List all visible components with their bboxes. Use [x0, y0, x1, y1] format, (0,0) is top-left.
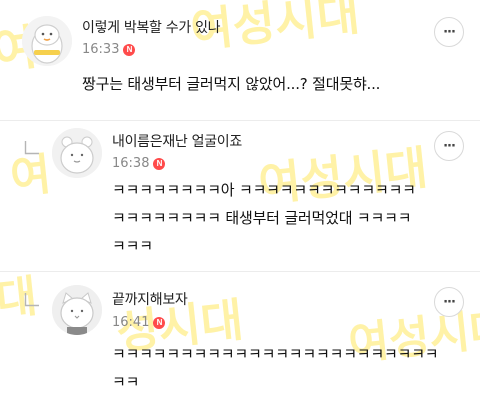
comment-item: 내이름은재난 얼굴이죠 16:38 N ··· ㅋㅋㅋㅋㅋㅋㅋㅋ아 ㅋㅋㅋㅋㅋㅋㅋ…: [0, 122, 480, 270]
comment-time: 16:38 N: [112, 156, 166, 171]
reply-arrow-icon: [24, 293, 39, 307]
comment-author[interactable]: 끝까지해보자: [112, 289, 188, 309]
divider: [0, 120, 480, 121]
comment-body-line: ㅋㅋㅋㅋㅋㅋㅋㅋ 태생부터 글러먹었대 ㅋㅋㅋㅋ: [112, 209, 412, 227]
time-text: 16:41: [112, 315, 150, 330]
penguin-avatar[interactable]: [22, 16, 72, 66]
comment-body: 짱구는 태생부터 글러먹지 않았어...? 절대못햐...: [82, 75, 381, 93]
time-text: 16:33: [82, 42, 120, 57]
new-badge: N: [153, 317, 166, 329]
more-options-button[interactable]: ···: [434, 131, 464, 161]
cat-avatar[interactable]: [52, 285, 102, 335]
more-options-button[interactable]: ···: [434, 287, 464, 317]
new-badge: N: [123, 44, 136, 56]
comment-body-line: ㅋㅋㅋㅋㅋㅋㅋㅋㅋㅋㅋㅋㅋㅋㅋㅋㅋㅋㅋㅋㅋㅋㅋㅋ: [112, 345, 439, 363]
reply-arrow-icon: [24, 141, 39, 155]
comment-body-line: ㅋㅋㅋ: [112, 237, 153, 255]
bear-avatar[interactable]: [52, 128, 102, 178]
new-badge: N: [153, 158, 166, 170]
comment-body: ㅋㅋㅋㅋㅋㅋㅋㅋㅋㅋㅋㅋㅋㅋㅋㅋㅋㅋㅋㅋㅋㅋㅋㅋ ㅋㅋ: [112, 340, 439, 396]
comment-body-line: ㅋㅋ: [112, 373, 140, 391]
comment-author[interactable]: 내이름은재난 얼굴이죠: [112, 131, 242, 151]
comment-author[interactable]: 이렇게 박복할 수가 있나: [82, 17, 221, 37]
more-options-button[interactable]: ···: [434, 17, 464, 47]
comment-item: 끝까지해보자 16:41 N ··· ㅋㅋㅋㅋㅋㅋㅋㅋㅋㅋㅋㅋㅋㅋㅋㅋㅋㅋㅋㅋㅋㅋ…: [0, 272, 480, 411]
comment-item: 이렇게 박복할 수가 있나 16:33 N ··· 짱구는 태생부터 글러먹지 않…: [0, 0, 480, 120]
comment-body-line: ㅋㅋㅋㅋㅋㅋㅋㅋ아 ㅋㅋㅋㅋㅋㅋㅋㅋㅋㅋㅋㅋㅋ: [112, 181, 416, 199]
comment-time: 16:33 N: [82, 42, 136, 57]
comment-body: ㅋㅋㅋㅋㅋㅋㅋㅋ아 ㅋㅋㅋㅋㅋㅋㅋㅋㅋㅋㅋㅋㅋ ㅋㅋㅋㅋㅋㅋㅋㅋ 태생부터 글러…: [112, 176, 416, 260]
time-text: 16:38: [112, 156, 150, 171]
comment-time: 16:41 N: [112, 315, 166, 330]
